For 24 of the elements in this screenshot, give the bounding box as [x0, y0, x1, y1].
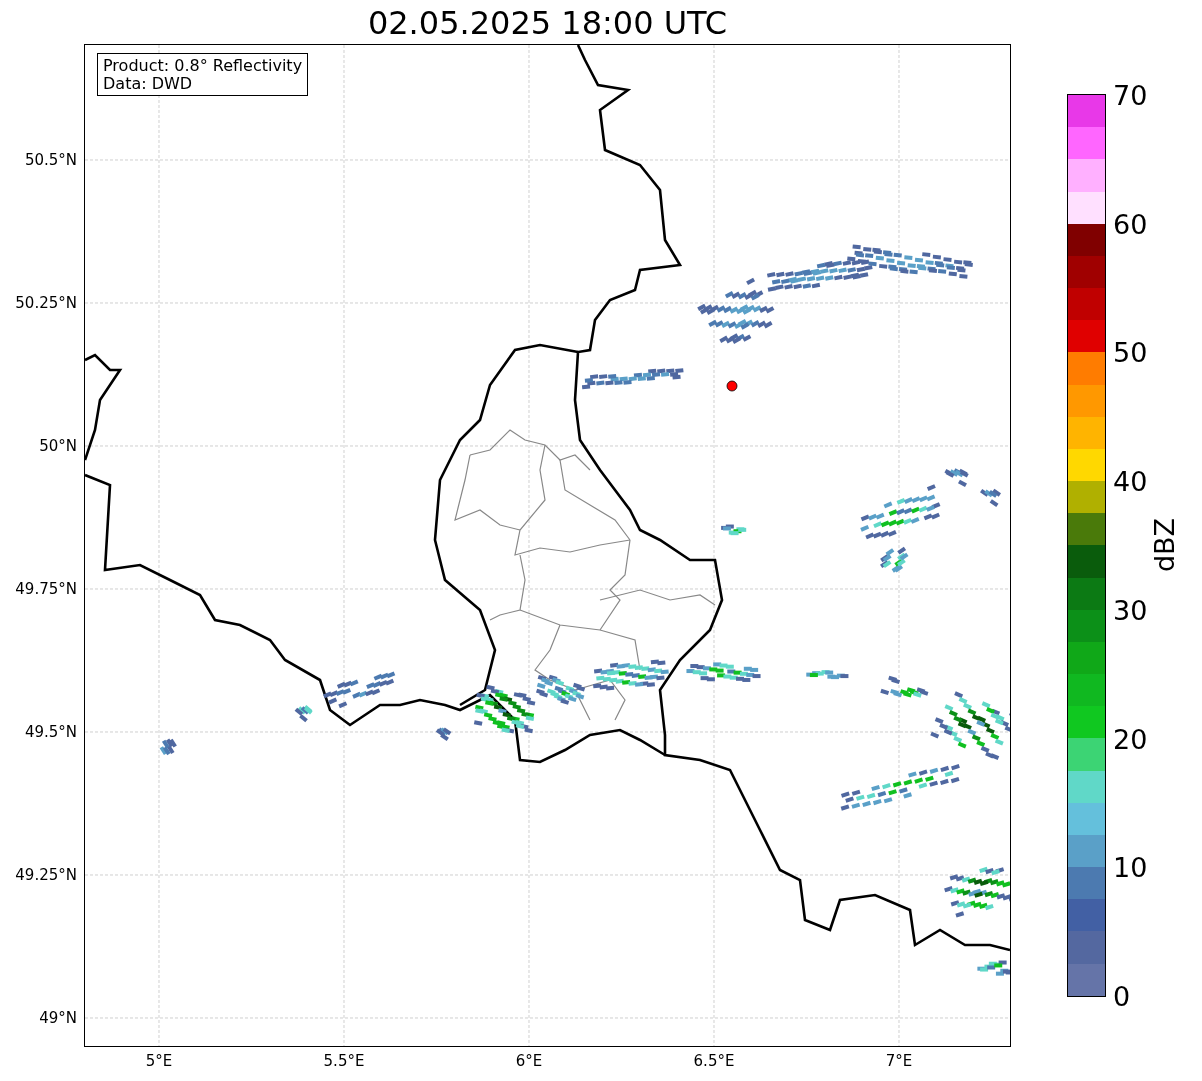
info-text: Product: 0.8° Reflectivity [103, 57, 303, 75]
latitude-label: 50.25°N [15, 293, 77, 312]
longitude-label: 6.5°E [693, 1052, 735, 1070]
latitude-label: 49.75°N [15, 579, 77, 598]
colorbar-label: dBZ [1150, 517, 1178, 573]
colorbar-tick-label: 40 [1113, 467, 1148, 495]
longitude-label: 5°E [145, 1052, 173, 1070]
longitude-label: 5.5°E [323, 1052, 365, 1070]
longitude-label: 6°E [515, 1052, 543, 1070]
latitude-label: 49.25°N [15, 865, 77, 884]
longitude-label: 7°E [885, 1052, 913, 1070]
colorbar-tick-label: 70 [1113, 81, 1148, 109]
colorbar-tick-label: 60 [1113, 210, 1148, 238]
colorbar-tick-label: 50 [1113, 338, 1148, 366]
latitude-label: 50°N [39, 436, 77, 455]
colorbar-tick-label: 30 [1113, 596, 1148, 624]
colorbar-tick-label: 0 [1113, 982, 1131, 1010]
info-text: Data: DWD [103, 74, 194, 93]
colorbar-tick-label: 20 [1113, 725, 1148, 753]
latitude-label: 49.5°N [24, 722, 77, 741]
chart-title: 02.05.2025 18:00 UTC [366, 7, 729, 44]
latitude-label: 50.5°N [24, 150, 77, 169]
colorbar-tick-label: 10 [1113, 853, 1148, 881]
latitude-label: 49°N [39, 1008, 77, 1027]
